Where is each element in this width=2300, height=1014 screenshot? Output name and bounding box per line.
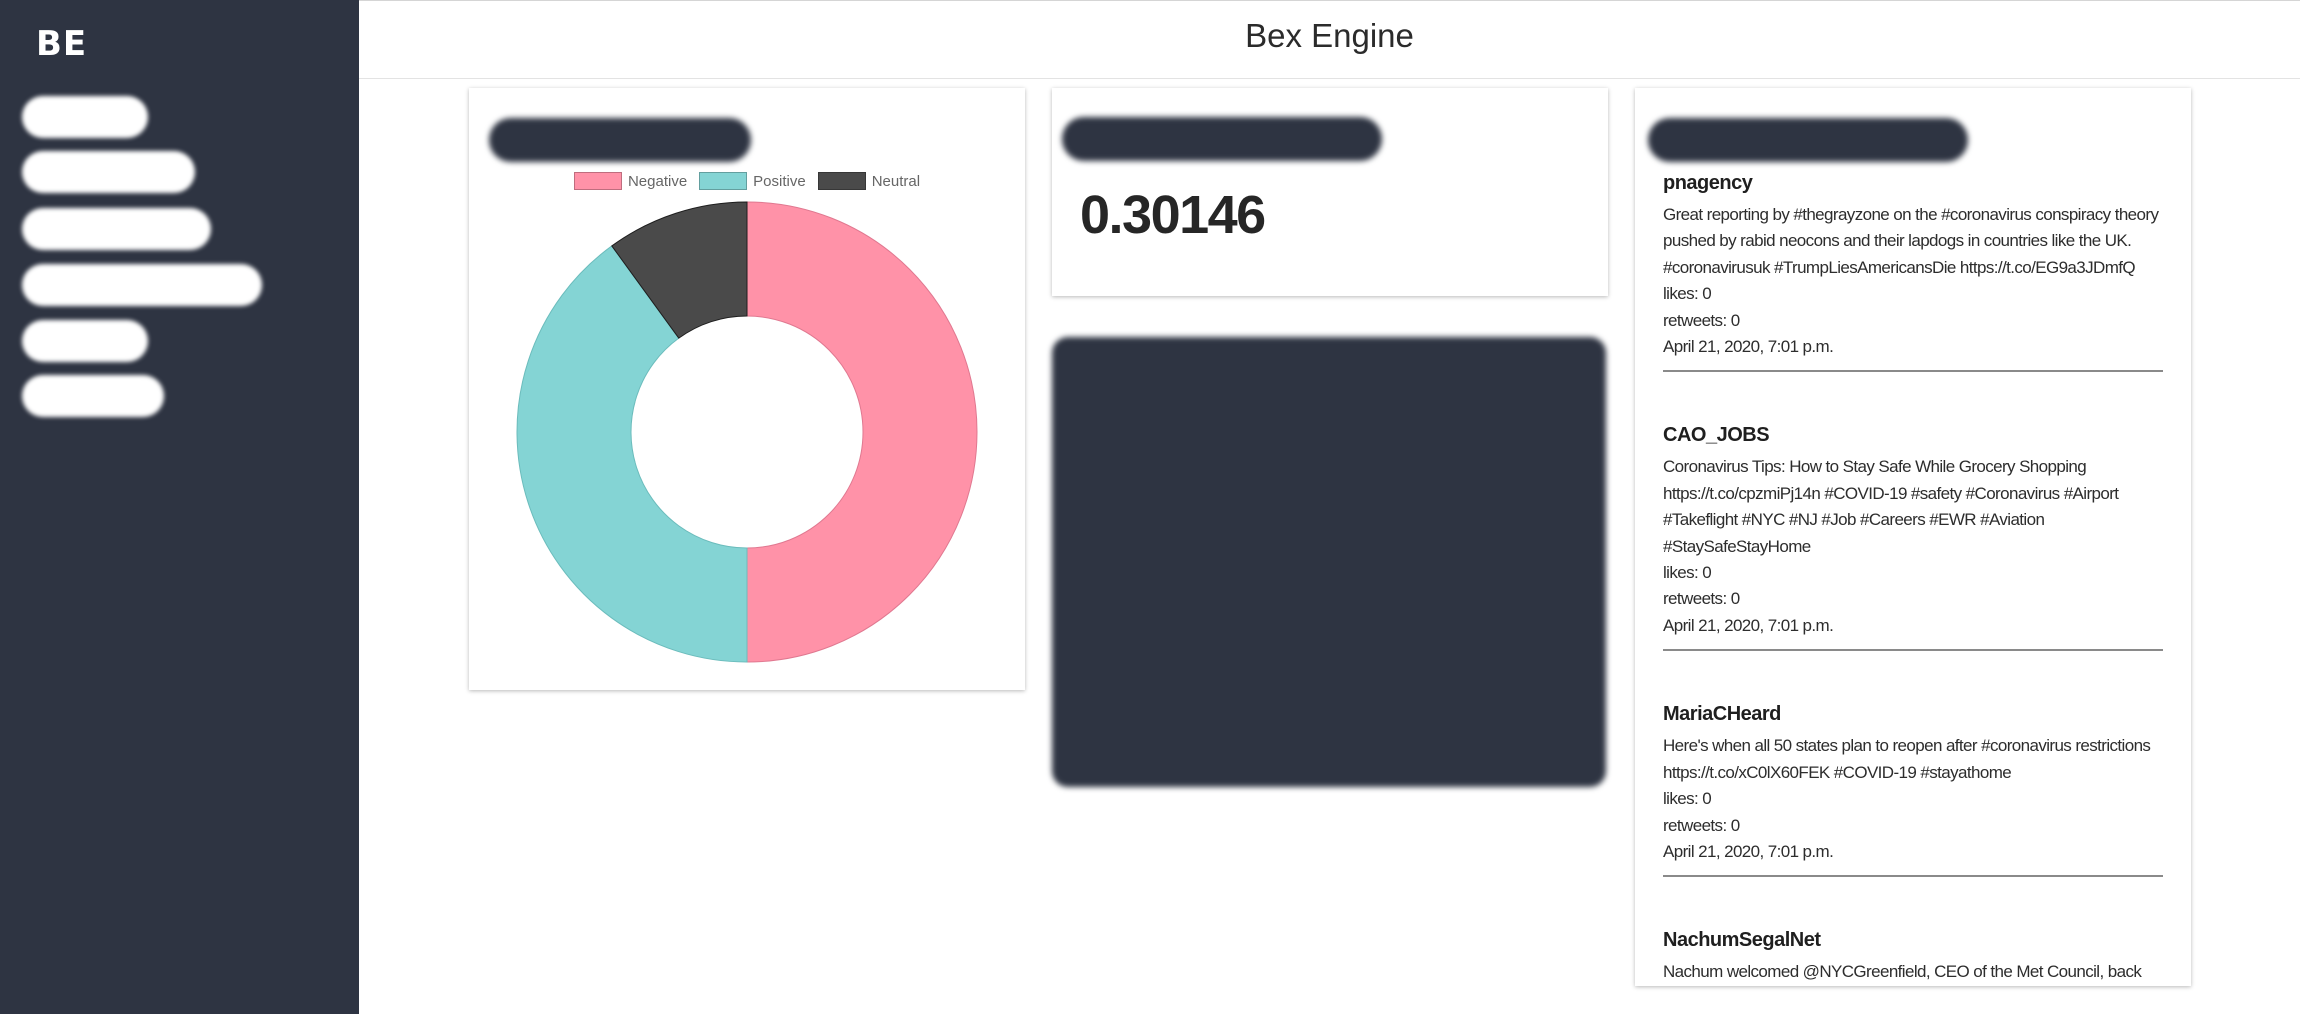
brand-logo[interactable]: BE [36,24,87,64]
legend-item-negative[interactable]: Negative [573,172,688,190]
sidebar-item-5[interactable] [22,320,148,362]
tweet-retweets: retweets: 0 [1663,589,1740,609]
tweet-username[interactable]: NachumSegalNet [1663,927,2163,953]
sidebar-item-1[interactable] [22,96,148,138]
sidebar-item-6[interactable] [22,375,164,417]
legend-swatch [699,172,748,190]
top-bar: Bex Engine [359,0,2300,79]
tweet-text[interactable]: Here's when all 50 states plan to reopen… [1663,733,2163,786]
tweet-retweets: retweets: 0 [1663,310,1740,330]
blurred-panel [1052,337,1606,787]
app-root: BE Bex Engine Negative Positive Neutral 0.… [0,0,2300,1014]
tweet-text[interactable]: Nachum welcomed @NYCGreenfield, CEO of t… [1663,959,2163,985]
donut-slice-negative[interactable] [746,201,978,663]
tweet-username[interactable]: MariaCHeard [1663,701,2163,727]
tweet-likes: likes: 0 [1663,284,1712,304]
tweet-likes: likes: 0 [1663,563,1712,583]
tweet-item: NachumSegalNet Nachum welcomed @NYCGreenf… [1663,927,2163,986]
legend-item-positive[interactable]: Positive [699,172,806,190]
sentiment-chart-card: Negative Positive Neutral [469,88,1025,690]
tweet-text[interactable]: Great reporting by #thegrayzone on the #… [1663,202,2163,281]
tweet-date: April 21, 2020, 7:01 p.m. [1663,337,1834,357]
tweet-date: April 21, 2020, 7:01 p.m. [1663,615,1834,635]
legend-item-neutral[interactable]: Neutral [817,172,921,190]
tweet-item: CAO_JOBS Coronavirus Tips: How to Stay Sa… [1663,422,2163,652]
sidebar-item-3[interactable] [22,208,211,250]
tweet-date: April 21, 2020, 7:01 p.m. [1663,841,1834,861]
sidebar-item-2[interactable] [22,151,195,193]
tweets-card-title [1648,118,1968,162]
tweet-item: pnagency Great reporting by #thegrayzone … [1663,170,2163,373]
page-title: Bex Engine [1245,17,1414,54]
tweet-retweets: retweets: 0 [1663,815,1740,835]
chart-card-title [489,118,751,162]
tweet-item: MariaCHeard Here's when all 50 states pla… [1663,701,2163,878]
sentiment-donut-chart [516,201,978,663]
legend-label: Neutral [871,172,921,190]
chart-legend: Negative Positive Neutral [469,172,1025,190]
legend-label: Negative [627,172,688,190]
tweet-text[interactable]: Coronavirus Tips: How to Stay Safe While… [1663,454,2163,560]
sidebar-item-4[interactable] [22,264,262,306]
tweet-username[interactable]: pnagency [1663,170,2163,196]
tweet-likes: likes: 0 [1663,789,1712,809]
sentiment-score-card: 0.30146 [1052,88,1608,296]
tweet-list[interactable]: pnagency Great reporting by #thegrayzone … [1663,168,2163,986]
legend-label: Positive [753,172,806,190]
legend-swatch [573,172,622,190]
sentiment-score-value: 0.30146 [1080,185,1266,245]
tweets-card: pnagency Great reporting by #thegrayzone … [1635,88,2191,986]
legend-swatch [817,172,866,190]
tweet-username[interactable]: CAO_JOBS [1663,422,2163,448]
sidebar: BE [0,0,359,1014]
score-card-title [1062,117,1382,161]
